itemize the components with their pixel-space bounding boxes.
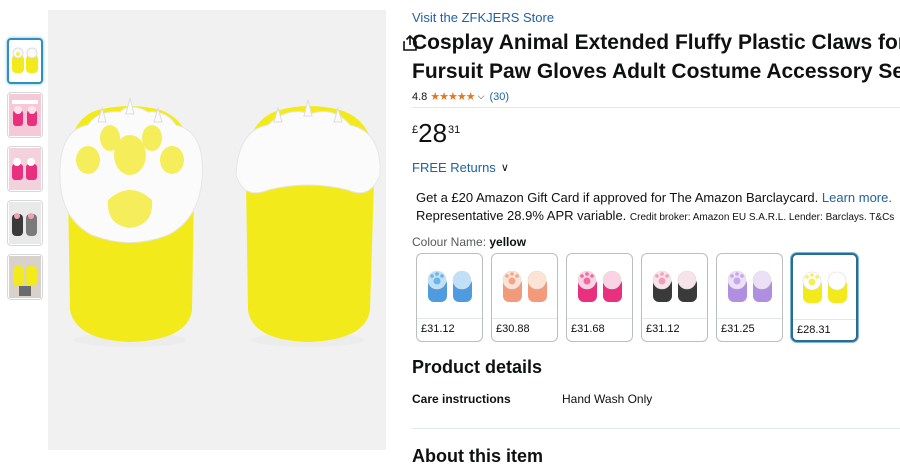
store-link[interactable]: Visit the ZFKJERS Store	[412, 10, 554, 25]
colour-swatch-orange[interactable]: £30.88	[491, 253, 558, 342]
price-whole: 28	[418, 118, 448, 148]
star-rating-icon: ★★★★★	[430, 91, 475, 103]
thumbnail-pink-infographic[interactable]	[7, 92, 43, 138]
rating-value: 4.8	[412, 90, 428, 103]
thumbnail-black-paws[interactable]	[7, 200, 43, 246]
detail-key: Care instructions	[412, 392, 511, 406]
price-fraction: 31	[448, 124, 461, 136]
thumbnail-yellow-paws[interactable]	[7, 38, 43, 84]
price: £ 28 31	[412, 118, 460, 148]
swatch-image	[642, 254, 707, 318]
colour-swatch-black[interactable]: £31.12	[641, 253, 708, 342]
swatch-image	[567, 254, 632, 318]
about-item-heading: About this item	[412, 446, 543, 466]
swatch-image	[717, 254, 782, 318]
left-paw-glove	[59, 97, 203, 347]
selected-colour: yellow	[489, 235, 527, 249]
swatch-image	[492, 254, 557, 318]
credit-broker-text: Credit broker: Amazon EU S.A.R.L. Lender…	[629, 212, 895, 223]
swatch-price: £31.12	[417, 318, 482, 339]
detail-value: Hand Wash Only	[562, 392, 653, 406]
colour-label-text: Colour Name:	[412, 235, 487, 249]
divider	[412, 428, 900, 429]
right-paw-glove	[235, 99, 381, 347]
swatch-price: £31.68	[567, 318, 632, 339]
colour-swatch-yellow[interactable]: £28.31	[791, 253, 858, 342]
gift-offer-text: Get a £20 Amazon Gift Card if approved f…	[416, 190, 819, 205]
product-title-line-1: Cosplay Animal Extended Fluffy Plastic C…	[412, 31, 900, 54]
rating-summary[interactable]: 4.8 ★★★★★ ⌵ (30)	[412, 90, 509, 104]
swatch-price: £31.25	[717, 318, 782, 339]
rating-count-link[interactable]: (30)	[489, 91, 509, 103]
learn-more-link[interactable]: Learn more.	[822, 190, 892, 205]
colour-swatches: £31.12 £30.88 £31.68 £31.12 £31.25 £28.31	[416, 253, 858, 342]
divider	[412, 107, 900, 108]
swatch-price: £30.88	[492, 318, 557, 339]
colour-swatch-purple[interactable]: £31.25	[716, 253, 783, 342]
free-returns-label: FREE Returns	[412, 160, 496, 175]
product-details-heading: Product details	[412, 357, 543, 377]
product-title: Cosplay Animal Extended Fluffy Plastic C…	[412, 28, 900, 86]
main-product-image[interactable]	[48, 10, 427, 450]
chevron-down-icon: ⌵	[477, 91, 485, 101]
thumbnail-strip	[7, 38, 43, 308]
swatch-image	[793, 255, 856, 319]
free-returns-link[interactable]: FREE Returns ∨	[412, 160, 509, 175]
swatch-price: £28.31	[793, 319, 856, 340]
product-info-panel: Visit the ZFKJERS Store Cosplay Animal E…	[412, 0, 900, 468]
swatch-image	[417, 254, 482, 318]
thumbnail-on-hands[interactable]	[7, 254, 43, 300]
product-title-line-2: Fursuit Paw Gloves Adult Costume Accesso…	[412, 60, 900, 83]
gift-card-offer: Get a £20 Amazon Gift Card if approved f…	[416, 189, 894, 227]
swatch-price: £31.12	[642, 318, 707, 339]
apr-text: Representative 28.9% APR variable.	[416, 208, 627, 223]
colour-name-label: Colour Name: yellow	[412, 235, 526, 249]
chevron-down-icon: ∨	[500, 162, 509, 174]
thumbnail-pink-closeup[interactable]	[7, 146, 43, 192]
colour-swatch-blue[interactable]: £31.12	[416, 253, 483, 342]
colour-swatch-pink[interactable]: £31.68	[566, 253, 633, 342]
